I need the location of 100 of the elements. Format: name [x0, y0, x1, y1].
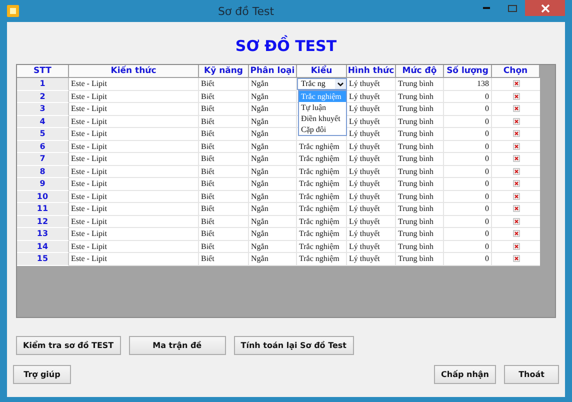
table-cell: Trắc nghiệm [297, 253, 347, 266]
minimize-icon[interactable] [482, 7, 490, 9]
help-button[interactable]: Trợ giúp [13, 365, 71, 384]
broken-image-icon[interactable] [512, 205, 520, 212]
row-number: 6 [17, 140, 69, 153]
table-cell: Trung bình [396, 103, 444, 116]
caret-icon[interactable] [335, 78, 346, 89]
row-number: 11 [17, 203, 69, 216]
column-header[interactable]: Kiến thức [69, 65, 199, 78]
table-cell: Ngắn [249, 228, 297, 240]
table-cell: Ngắn [249, 190, 297, 203]
column-header[interactable]: Phân loại [249, 65, 297, 78]
action-button[interactable]: Tính toán lại Sơ đồ Test [234, 336, 354, 355]
table-cell: Ngắn [249, 140, 297, 153]
row-number: 13 [17, 228, 69, 240]
table-cell: Biết [199, 128, 249, 140]
table-cell: 0 [444, 253, 492, 266]
table-cell: Trung bình [396, 216, 444, 228]
table-cell: 0 [444, 240, 492, 253]
table-cell: Trung bình [396, 253, 444, 266]
broken-image-icon[interactable] [512, 130, 520, 138]
table-cell: Trắc nghiệm [297, 240, 347, 253]
column-header[interactable]: Chọn [492, 65, 540, 78]
row-number: 9 [17, 178, 69, 190]
close-icon[interactable] [540, 4, 550, 12]
table-cell: Lý thuyết [347, 216, 396, 228]
column-header[interactable]: Mức độ [396, 65, 444, 78]
broken-image-icon[interactable] [512, 230, 520, 238]
table-cell: Trung bình [396, 228, 444, 240]
table-cell: Lý thuyết [347, 228, 396, 240]
broken-image-icon[interactable] [512, 142, 520, 150]
column-header[interactable]: STT [17, 65, 69, 78]
column-header[interactable]: Số lượng [444, 65, 492, 78]
table-cell: Lý thuyết [347, 166, 396, 178]
column-header[interactable]: Hình thức [347, 65, 396, 78]
broken-image-icon[interactable] [512, 155, 520, 162]
row-number: 4 [17, 116, 69, 128]
table-cell: Este - Lipit [69, 203, 199, 216]
table-cell: Biết [199, 166, 249, 178]
broken-image-icon[interactable] [512, 218, 520, 225]
broken-image-icon[interactable] [512, 168, 520, 175]
footer-button[interactable]: Chấp nhận [434, 365, 496, 384]
table-cell: Ngắn [249, 216, 297, 228]
broken-image-icon[interactable] [512, 180, 520, 188]
table-cell: 0 [444, 103, 492, 116]
table-cell: Trắc nghiệm [297, 140, 347, 153]
table-cell: Trắc nghiệm [297, 166, 347, 178]
row-number: 15 [17, 253, 69, 266]
table-cell: 0 [444, 153, 492, 166]
table-cell: Este - Lipit [69, 190, 199, 203]
table-cell: Este - Lipit [69, 166, 199, 178]
table-cell: Trắc nghiệm [297, 216, 347, 228]
row-number: 5 [17, 128, 69, 140]
table-cell: Biết [199, 90, 249, 103]
table-cell: Este - Lipit [69, 116, 199, 128]
table-cell: Lý thuyết [347, 190, 396, 203]
broken-image-icon[interactable] [512, 192, 520, 200]
table-cell: Biết [199, 103, 249, 116]
table-cell: Trung bình [396, 190, 444, 203]
row-number: 12 [17, 216, 69, 228]
table-cell: 0 [444, 178, 492, 190]
table-cell: Este - Lipit [69, 253, 199, 266]
action-button[interactable]: Ma trận đề [128, 336, 226, 355]
close-button[interactable] [525, 0, 565, 16]
column-header[interactable]: Kiểu [297, 65, 347, 78]
row-number: 8 [17, 166, 69, 178]
table-cell: Trắc nghiệm [297, 178, 347, 190]
row-number: 10 [17, 190, 69, 203]
footer-button[interactable]: Thoát [504, 365, 559, 384]
table-cell: Trung bình [396, 140, 444, 153]
broken-image-icon[interactable] [512, 255, 520, 262]
maximize-icon[interactable] [508, 4, 516, 12]
table-cell: Biết [199, 78, 249, 90]
type-combo-box[interactable]: Trắc ng [297, 78, 347, 90]
table-cell: Biết [199, 203, 249, 216]
action-button[interactable]: Kiểm tra sơ đồ TEST [16, 336, 121, 355]
table-cell: 0 [444, 90, 492, 103]
broken-image-icon[interactable] [512, 92, 520, 100]
broken-image-icon[interactable] [512, 105, 520, 112]
table-cell: Trung bình [396, 116, 444, 128]
table-cell: Biết [199, 178, 249, 190]
broken-image-icon[interactable] [512, 80, 520, 88]
table-cell: 0 [444, 128, 492, 140]
table-cell: Biết [199, 240, 249, 253]
table-cell: Este - Lipit [69, 240, 199, 253]
table-cell: Lý thuyết [347, 178, 396, 190]
table-cell: Ngắn [249, 178, 297, 190]
table-cell: Lý thuyết [347, 153, 396, 166]
table-cell: Este - Lipit [69, 128, 199, 140]
table-cell: Ngắn [249, 116, 297, 128]
table-cell: Ngắn [249, 240, 297, 253]
table-cell: Trung bình [396, 128, 444, 140]
column-header[interactable]: Kỹ năng [199, 65, 249, 78]
table-cell: Ngắn [249, 253, 297, 266]
table-cell: 0 [444, 140, 492, 153]
table-cell: Este - Lipit [69, 90, 199, 103]
broken-image-icon[interactable] [512, 118, 520, 125]
table-cell: 0 [444, 216, 492, 228]
broken-image-icon[interactable] [512, 242, 520, 250]
row-number: 2 [17, 90, 69, 103]
